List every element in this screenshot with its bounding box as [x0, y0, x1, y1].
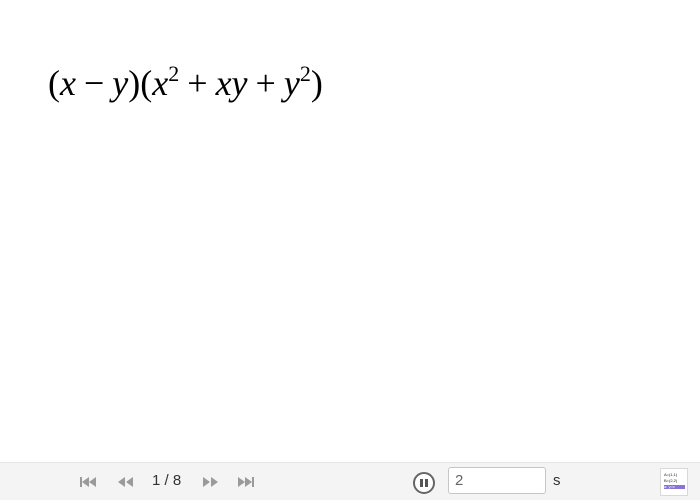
formula-text: (x − y)(x2 + xy + y2) [48, 50, 323, 107]
step-duration-input[interactable] [448, 467, 546, 494]
formula-xy: xy [215, 63, 248, 103]
formula-exponent-1: 2 [168, 61, 180, 86]
graphics-view[interactable]: (x − y)(x2 + xy + y2) [0, 0, 700, 462]
fast-forward-icon [203, 477, 218, 487]
algebra-view-button[interactable]: A=(1,1) B=(2,2) a: y=x [660, 468, 688, 496]
step-counter: 1 / 8 [152, 472, 182, 489]
skip-to-end-icon [238, 477, 254, 487]
formula-x-squared-base: x [152, 63, 169, 103]
formula-minus: − [83, 63, 105, 103]
formula-plus-1: + [187, 63, 208, 103]
last-step-button[interactable] [235, 475, 255, 489]
formula-close-paren: ) [310, 63, 323, 103]
formula-plus-2: + [255, 63, 276, 103]
skip-to-start-icon [80, 477, 96, 487]
pause-button[interactable] [413, 472, 435, 494]
previous-step-button[interactable] [116, 475, 136, 489]
formula-close-open-paren: )( [128, 63, 153, 103]
formula-exponent-2: 2 [299, 61, 311, 86]
playback-toolbar: 1 / 8 s A=(1,1) B=(2,2) a: y=x [0, 462, 700, 500]
algebra-preview-line-2: B=(2,2) [664, 479, 678, 483]
pause-icon [420, 479, 423, 487]
next-step-button[interactable] [200, 475, 220, 489]
formula-open-paren: ( [48, 63, 60, 103]
algebra-preview-line-3: a: y=x [664, 485, 685, 489]
first-step-button[interactable] [79, 475, 99, 489]
rewind-icon [118, 477, 133, 487]
formula-x: x [60, 63, 76, 103]
step-duration-unit: s [553, 472, 561, 489]
formula-y: y [112, 63, 129, 103]
formula-y-squared-base: y [283, 63, 300, 103]
algebra-preview-line-1: A=(1,1) [664, 473, 678, 477]
